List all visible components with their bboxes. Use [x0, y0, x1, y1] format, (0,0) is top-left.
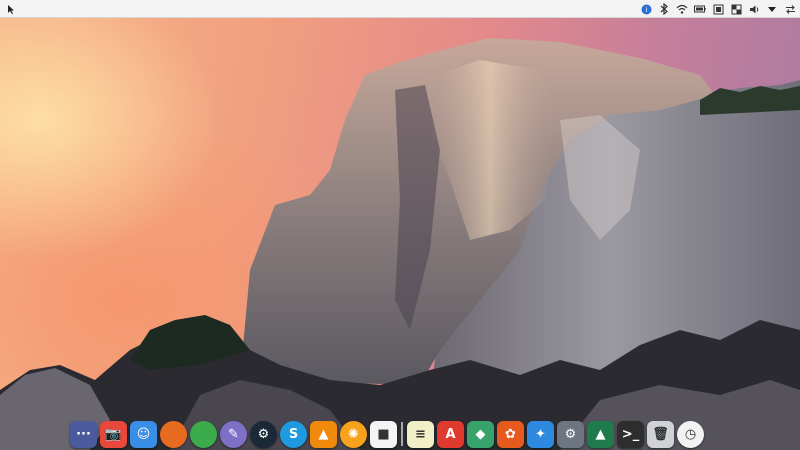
clock-glyph: ◷	[684, 426, 697, 442]
top-panel: i	[0, 0, 800, 18]
dock: ··· 📷 ☺ ✎ ⚙ S ▲ ✺ ■ ≡ A ◆ ✿ ✦ ⚙ ▲ >_ 🗑 ◷	[66, 418, 742, 450]
skype-glyph: S	[288, 426, 299, 442]
finder-glyph: ☺	[136, 426, 151, 442]
wifi-icon[interactable]	[676, 3, 688, 15]
terminal-icon[interactable]: >_	[617, 420, 644, 448]
terminal-glyph: >_	[621, 426, 640, 442]
desktop-wallpaper	[0, 0, 800, 450]
window-icon[interactable]: ■	[370, 420, 397, 448]
window-glyph: ■	[377, 426, 390, 442]
system-settings-glyph: ⚙	[564, 426, 577, 442]
notes-icon[interactable]: ≡	[407, 420, 434, 448]
svg-text:i: i	[645, 6, 647, 14]
switch-icon[interactable]	[784, 3, 796, 15]
chrome-icon[interactable]	[190, 420, 217, 448]
paint-glyph: ✿	[505, 426, 516, 442]
battery-icon[interactable]	[694, 3, 706, 15]
system-monitor-icon[interactable]: ▲	[587, 420, 614, 448]
pdf-reader-glyph: A	[445, 426, 456, 442]
skype-icon[interactable]: S	[280, 420, 307, 448]
orange-app-glyph: ✺	[348, 426, 359, 442]
notification-icon[interactable]: i	[640, 3, 652, 15]
firefox-icon[interactable]	[160, 420, 187, 448]
bluetooth-icon[interactable]	[658, 3, 670, 15]
screenshot-icon[interactable]: 📷	[100, 420, 127, 448]
application-menu-icon[interactable]	[4, 2, 18, 16]
dock-separator	[401, 422, 403, 446]
wallpaper-landscape	[0, 38, 800, 450]
clock-icon[interactable]: ◷	[677, 420, 704, 448]
vlc-glyph: ▲	[318, 426, 329, 442]
maps-glyph: ◆	[475, 426, 486, 442]
system-monitor-glyph: ▲	[595, 426, 606, 442]
dropdown-arrow-icon[interactable]	[766, 3, 778, 15]
app-store-icon[interactable]: ✦	[527, 420, 554, 448]
vlc-icon[interactable]: ▲	[310, 420, 337, 448]
paint-icon[interactable]: ✿	[497, 420, 524, 448]
cursor-tool-icon[interactable]: ✎	[220, 420, 247, 448]
trash-glyph: 🗑	[652, 426, 669, 442]
cursor-tool-glyph: ✎	[228, 426, 239, 442]
steam-icon[interactable]: ⚙	[250, 420, 277, 448]
show-apps-icon[interactable]: ···	[70, 420, 97, 448]
maps-icon[interactable]: ◆	[467, 420, 494, 448]
system-settings-icon[interactable]: ⚙	[557, 420, 584, 448]
steam-glyph: ⚙	[257, 426, 270, 442]
trash-icon[interactable]: 🗑	[647, 420, 674, 448]
pdf-reader-icon[interactable]: A	[437, 420, 464, 448]
display-icon[interactable]	[730, 3, 742, 15]
finder-icon[interactable]: ☺	[130, 420, 157, 448]
notes-glyph: ≡	[415, 426, 426, 442]
volume-icon[interactable]	[748, 3, 760, 15]
clipboard-icon[interactable]	[712, 3, 724, 15]
show-apps-glyph: ···	[76, 426, 91, 442]
system-tray: i	[640, 0, 796, 18]
screenshot-glyph: 📷	[105, 426, 122, 442]
orange-app-icon[interactable]: ✺	[340, 420, 367, 448]
app-store-glyph: ✦	[535, 426, 546, 442]
